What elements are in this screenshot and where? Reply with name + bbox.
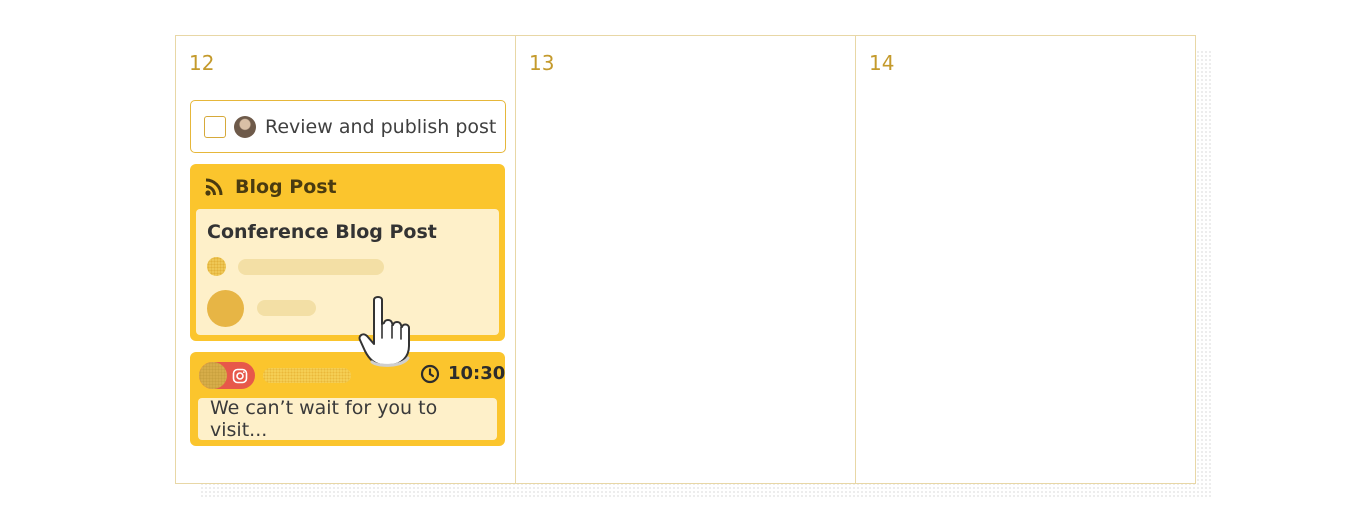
account-name-placeholder xyxy=(263,368,351,383)
day-column-12[interactable]: 12 Review and publish post Blog Post Con… xyxy=(176,36,516,483)
social-card-body: We can’t wait for you to visit... xyxy=(198,397,497,441)
blog-post-title: Conference Blog Post xyxy=(207,221,437,243)
clock-icon xyxy=(420,364,440,384)
task-card[interactable]: Review and publish post xyxy=(190,100,506,153)
account-avatar xyxy=(199,362,227,389)
post-preview-text: We can’t wait for you to visit... xyxy=(210,397,438,441)
blog-card-header: Blog Post xyxy=(190,164,505,209)
placeholder-bar xyxy=(238,259,384,275)
post-time: 10:30 xyxy=(448,363,506,384)
social-account-pill xyxy=(199,362,255,389)
rss-icon xyxy=(205,178,223,196)
day-number: 14 xyxy=(869,51,895,75)
day-number: 13 xyxy=(529,51,555,75)
blog-post-card[interactable]: Blog Post Conference Blog Post xyxy=(190,164,505,341)
instagram-icon xyxy=(232,368,248,384)
assignee-avatar xyxy=(234,115,256,138)
day-column-13[interactable]: 13 xyxy=(516,36,856,483)
blog-card-body: Conference Blog Post xyxy=(196,209,499,335)
social-post-card[interactable]: 10:30 We can’t wait for you to visit... xyxy=(190,352,505,446)
task-checkbox[interactable] xyxy=(204,115,226,138)
status-dot xyxy=(207,257,226,276)
task-title: Review and publish post xyxy=(265,115,497,138)
calendar-week-view: 12 Review and publish post Blog Post Con… xyxy=(175,35,1196,484)
card-type-label: Blog Post xyxy=(235,175,337,198)
day-column-14[interactable]: 14 xyxy=(856,36,1195,483)
placeholder-bar xyxy=(257,300,316,316)
day-number: 12 xyxy=(189,51,215,75)
stage: 12 Review and publish post Blog Post Con… xyxy=(0,0,1360,518)
author-avatar-placeholder xyxy=(207,290,244,327)
hand-pointer-icon xyxy=(358,296,410,367)
